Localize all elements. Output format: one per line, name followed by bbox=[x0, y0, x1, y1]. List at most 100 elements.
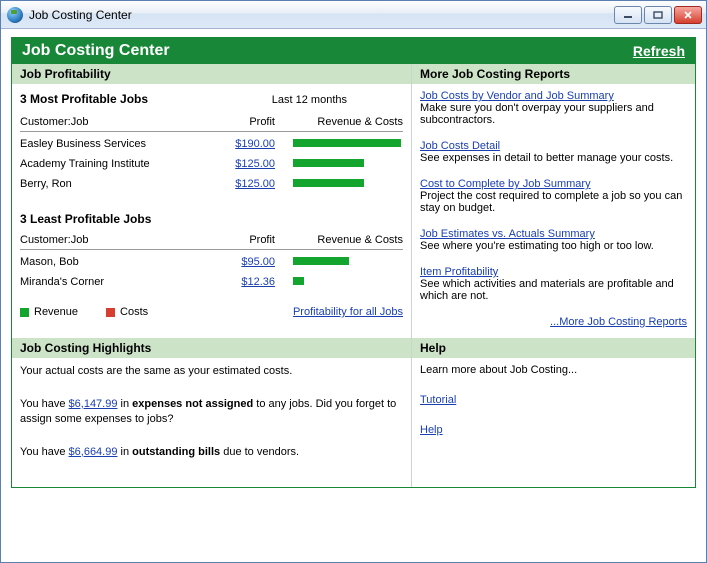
revenue-bar bbox=[293, 179, 364, 187]
customer-cell: Academy Training Institute bbox=[20, 152, 209, 172]
report-link[interactable]: Job Costs Detail bbox=[420, 140, 500, 152]
help-intro: Learn more about Job Costing... bbox=[420, 364, 687, 376]
main-panel: Job Costing Center Refresh Job Profitabi… bbox=[11, 37, 696, 488]
profit-cell: $190.00 bbox=[209, 132, 293, 153]
help-body: Learn more about Job Costing... Tutorial… bbox=[412, 358, 695, 464]
content-area: Job Costing Center Refresh Job Profitabi… bbox=[1, 29, 706, 562]
app-window: Job Costing Center Job Costing Center Re… bbox=[0, 0, 707, 563]
profit-link[interactable]: $95.00 bbox=[241, 256, 275, 268]
most-profitable-table: Customer:Job Profit Revenue & Costs Easl… bbox=[20, 114, 403, 192]
customer-cell: Berry, Ron bbox=[20, 172, 209, 192]
report-link[interactable]: Job Costs by Vendor and Job Summary bbox=[420, 90, 614, 102]
report-description: See which activities and materials are p… bbox=[420, 278, 687, 302]
table-row: Easley Business Services $190.00 bbox=[20, 132, 403, 153]
refresh-link[interactable]: Refresh bbox=[633, 43, 685, 59]
highlights-column: Job Costing Highlights Your actual costs… bbox=[12, 338, 412, 487]
profit-link[interactable]: $125.00 bbox=[235, 158, 275, 170]
most-profitable-title: 3 Most Profitable Jobs bbox=[20, 92, 148, 106]
customer-cell: Mason, Bob bbox=[20, 250, 189, 271]
window-title: Job Costing Center bbox=[29, 8, 614, 22]
col-customer: Customer:Job bbox=[20, 114, 209, 132]
profit-cell: $12.36 bbox=[189, 270, 293, 290]
revenue-bar bbox=[293, 257, 349, 265]
profitability-all-link[interactable]: Profitability for all Jobs bbox=[293, 306, 403, 318]
col-profit: Profit bbox=[189, 232, 293, 250]
window-buttons bbox=[614, 6, 702, 24]
expenses-not-assigned-link[interactable]: $6,147.99 bbox=[69, 398, 118, 410]
upper-grid: Job Profitability 3 Most Profitable Jobs… bbox=[12, 64, 695, 338]
table-row: Mason, Bob $95.00 bbox=[20, 250, 403, 271]
report-link[interactable]: Job Estimates vs. Actuals Summary bbox=[420, 228, 595, 240]
reports-body: Job Costs by Vendor and Job SummaryMake … bbox=[412, 84, 695, 338]
report-item: Job Costs DetailSee expenses in detail t… bbox=[420, 140, 687, 164]
most-profitable-header-row: 3 Most Profitable Jobs Last 12 months bbox=[20, 90, 403, 108]
legend: Revenue Costs Profitability for all Jobs bbox=[20, 306, 403, 318]
legend-costs-label: Costs bbox=[120, 306, 148, 318]
revenue-costs-cell bbox=[293, 172, 403, 192]
report-description: See where you're estimating too high or … bbox=[420, 240, 687, 252]
highlights-header: Job Costing Highlights bbox=[12, 338, 411, 358]
col-customer: Customer:Job bbox=[20, 232, 189, 250]
reports-header: More Job Costing Reports bbox=[412, 64, 695, 84]
panel-header: Job Costing Center Refresh bbox=[12, 38, 695, 64]
app-icon bbox=[7, 7, 23, 23]
table-row: Berry, Ron $125.00 bbox=[20, 172, 403, 192]
lower-grid: Job Costing Highlights Your actual costs… bbox=[12, 338, 695, 487]
col-revenue-costs: Revenue & Costs bbox=[293, 232, 403, 250]
col-revenue-costs: Revenue & Costs bbox=[293, 114, 403, 132]
help-column: Help Learn more about Job Costing... Tut… bbox=[412, 338, 695, 487]
profitability-column: Job Profitability 3 Most Profitable Jobs… bbox=[12, 64, 412, 338]
highlight-line-2: You have $6,147.99 in expenses not assig… bbox=[20, 397, 403, 427]
highlight-line-1: Your actual costs are the same as your e… bbox=[20, 364, 403, 379]
report-description: Project the cost required to complete a … bbox=[420, 190, 687, 214]
minimize-button[interactable] bbox=[614, 6, 642, 24]
profit-cell: $125.00 bbox=[209, 172, 293, 192]
customer-cell: Miranda's Corner bbox=[20, 270, 189, 290]
legend-costs: Costs bbox=[106, 306, 148, 318]
revenue-costs-cell bbox=[293, 270, 403, 290]
outstanding-bills-link[interactable]: $6,664.99 bbox=[69, 446, 118, 458]
profit-link[interactable]: $190.00 bbox=[235, 138, 275, 150]
report-link[interactable]: Item Profitability bbox=[420, 266, 498, 278]
profitability-header: Job Profitability bbox=[12, 64, 411, 84]
report-item: Job Costs by Vendor and Job SummaryMake … bbox=[420, 90, 687, 126]
legend-revenue-label: Revenue bbox=[34, 306, 78, 318]
revenue-costs-cell bbox=[293, 152, 403, 172]
help-link[interactable]: Help bbox=[420, 424, 443, 436]
close-button[interactable] bbox=[674, 6, 702, 24]
period-label: Last 12 months bbox=[272, 94, 347, 106]
table-row: Academy Training Institute $125.00 bbox=[20, 152, 403, 172]
report-description: Make sure you don't overpay your supplie… bbox=[420, 102, 687, 126]
maximize-button[interactable] bbox=[644, 6, 672, 24]
least-profitable-table: Customer:Job Profit Revenue & Costs Maso… bbox=[20, 232, 403, 290]
highlight-line-3: You have $6,664.99 in outstanding bills … bbox=[20, 445, 403, 460]
revenue-bar bbox=[293, 139, 401, 147]
col-profit: Profit bbox=[209, 114, 293, 132]
costs-swatch-icon bbox=[106, 308, 115, 317]
report-item: Cost to Complete by Job SummaryProject t… bbox=[420, 178, 687, 214]
help-header: Help bbox=[412, 338, 695, 358]
revenue-bar bbox=[293, 159, 364, 167]
least-profitable-title: 3 Least Profitable Jobs bbox=[20, 212, 403, 226]
report-link[interactable]: Cost to Complete by Job Summary bbox=[420, 178, 591, 190]
report-item: Item ProfitabilitySee which activities a… bbox=[420, 266, 687, 302]
report-description: See expenses in detail to better manage … bbox=[420, 152, 687, 164]
reports-column: More Job Costing Reports Job Costs by Ve… bbox=[412, 64, 695, 338]
profitability-body: 3 Most Profitable Jobs Last 12 months Cu… bbox=[12, 84, 411, 328]
titlebar: Job Costing Center bbox=[1, 1, 706, 29]
revenue-costs-cell bbox=[293, 250, 403, 271]
profit-link[interactable]: $125.00 bbox=[235, 178, 275, 190]
revenue-swatch-icon bbox=[20, 308, 29, 317]
revenue-bar bbox=[293, 277, 304, 285]
report-item: Job Estimates vs. Actuals SummarySee whe… bbox=[420, 228, 687, 252]
customer-cell: Easley Business Services bbox=[20, 132, 209, 153]
legend-revenue: Revenue bbox=[20, 306, 78, 318]
revenue-costs-cell bbox=[293, 132, 403, 153]
profit-link[interactable]: $12.36 bbox=[241, 276, 275, 288]
more-reports-link[interactable]: ...More Job Costing Reports bbox=[550, 316, 687, 328]
profit-cell: $125.00 bbox=[209, 152, 293, 172]
page-title: Job Costing Center bbox=[22, 42, 170, 60]
table-row: Miranda's Corner $12.36 bbox=[20, 270, 403, 290]
highlights-body: Your actual costs are the same as your e… bbox=[12, 358, 411, 487]
tutorial-link[interactable]: Tutorial bbox=[420, 394, 456, 406]
